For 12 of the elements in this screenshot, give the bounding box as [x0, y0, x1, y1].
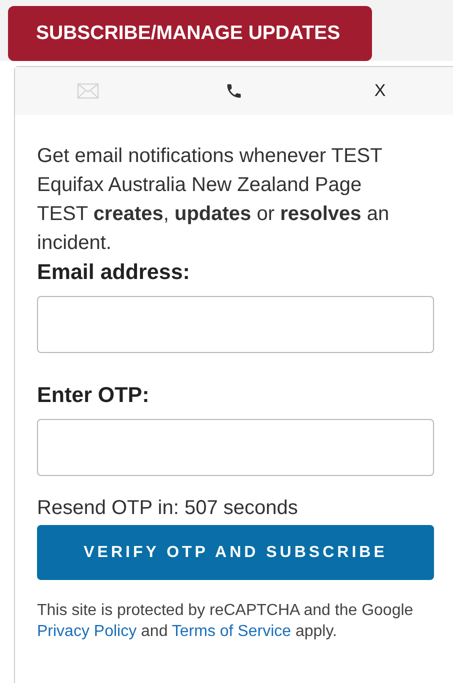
field-label: Enter OTP: [37, 382, 150, 409]
resend-timer-text: Resend OTP in: 507 seconds [37, 496, 299, 520]
field-label: Email address: [37, 259, 191, 286]
input-field[interactable] [37, 419, 434, 476]
description-text: Get email notifications whenever TEST Equifax Australia New Zealand Page TEST creates, updates or resolves an incident. [37, 144, 390, 256]
terms-of-service-link[interactable]: Terms of Service [172, 623, 292, 640]
subscribe-button[interactable]: SUBSCRIBE/MANAGE UPDATES [8, 6, 372, 61]
recaptcha-notice: This site is protected by reCAPTCHA and the Google Privacy Policy and Terms of Service apply. [37, 601, 414, 642]
close-label: X [374, 80, 386, 102]
verify-subscribe-button[interactable]: VERIFY OTP AND SUBSCRIBE [37, 525, 434, 580]
input-field[interactable] [37, 296, 434, 353]
privacy-policy-link[interactable]: Privacy Policy [37, 623, 137, 640]
